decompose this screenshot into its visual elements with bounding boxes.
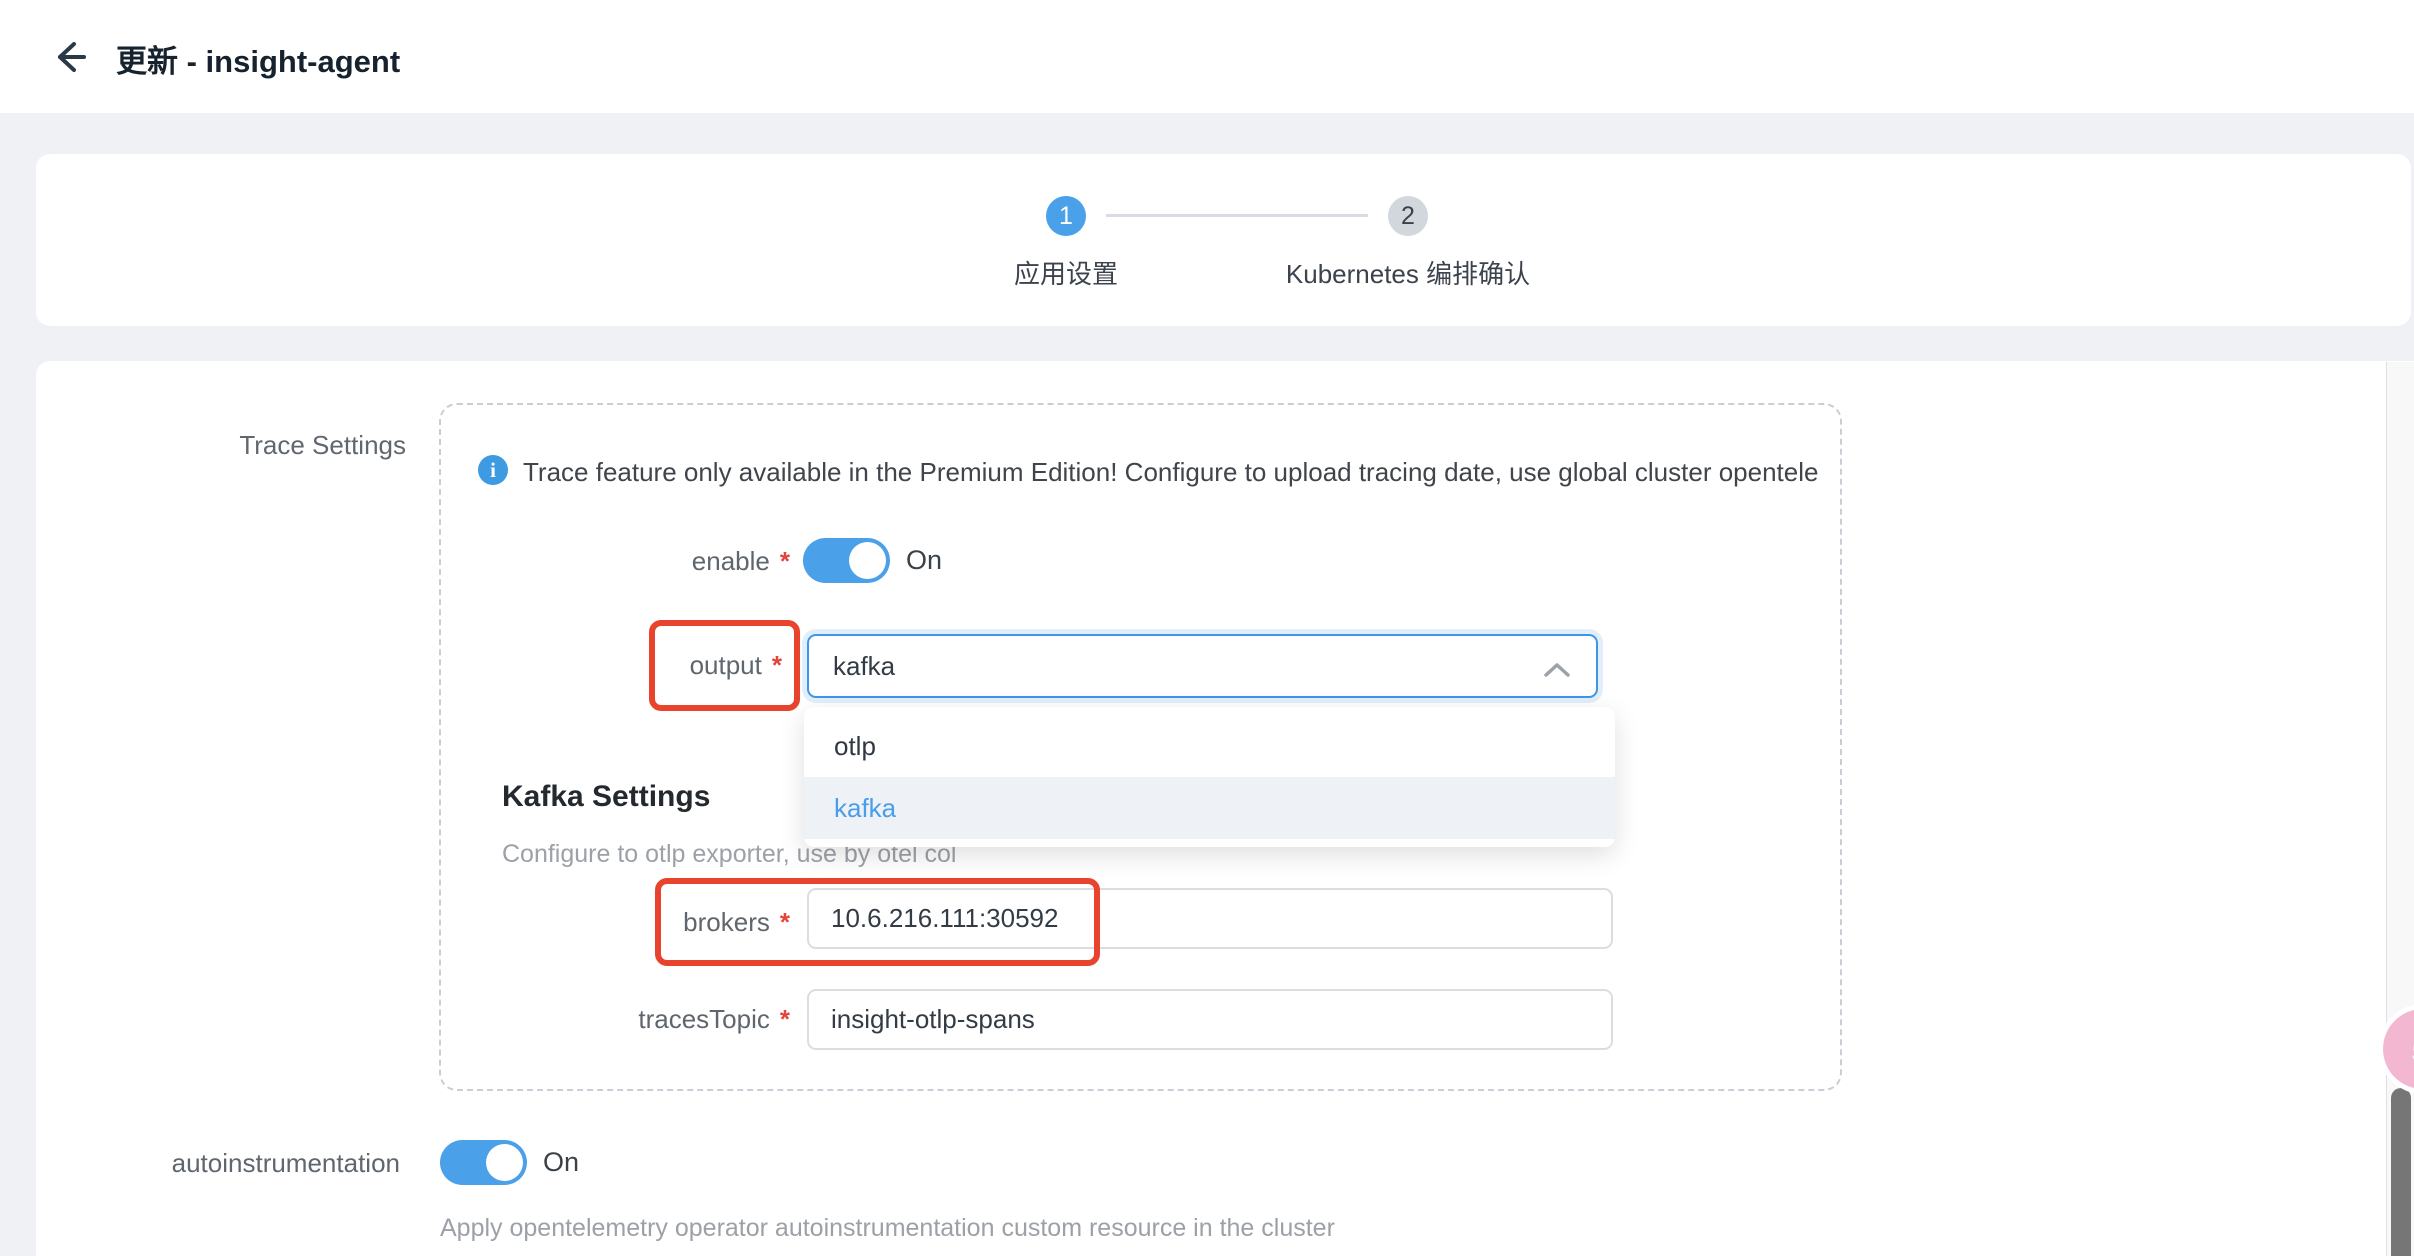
arrow-left-icon bbox=[46, 68, 92, 83]
autoinstrumentation-label-row: autoinstrumentation bbox=[100, 1140, 400, 1186]
dropdown-option-kafka[interactable]: kafka bbox=[804, 777, 1615, 839]
step-2-label: Kubernetes 编排确认 bbox=[1258, 254, 1558, 291]
kafka-settings-heading: Kafka Settings bbox=[502, 780, 710, 814]
autoinstrumentation-label: autoinstrumentation bbox=[172, 1148, 400, 1179]
premium-info-text: Trace feature only available in the Prem… bbox=[523, 457, 1818, 488]
traces-topic-label: tracesTopic bbox=[638, 1004, 770, 1035]
autoinstrumentation-toggle[interactable] bbox=[440, 1140, 527, 1185]
output-select[interactable]: kafka bbox=[807, 634, 1598, 698]
required-asterisk: * bbox=[780, 546, 790, 577]
enable-label: enable bbox=[692, 546, 770, 577]
toggle-knob bbox=[486, 1144, 523, 1181]
toggle-knob bbox=[849, 542, 886, 579]
enable-toggle-state: On bbox=[906, 538, 942, 583]
page-header: 更新 - insight-agent bbox=[0, 0, 2414, 113]
traces-topic-label-row: tracesTopic * bbox=[460, 989, 790, 1050]
required-asterisk: * bbox=[780, 1004, 790, 1035]
info-icon: i bbox=[478, 455, 508, 485]
required-asterisk: * bbox=[780, 907, 790, 938]
brokers-label: brokers bbox=[683, 907, 770, 938]
brokers-input[interactable] bbox=[807, 888, 1613, 949]
output-label-row: output * bbox=[466, 620, 782, 711]
scrollbar-thumb[interactable] bbox=[2391, 1088, 2411, 1256]
trace-settings-label: Trace Settings bbox=[150, 430, 406, 461]
enable-label-row: enable * bbox=[460, 538, 790, 584]
step-connector-line bbox=[1106, 214, 1368, 217]
enable-toggle[interactable] bbox=[803, 538, 890, 583]
autoinstrumentation-description: Apply opentelemetry operator autoinstrum… bbox=[440, 1214, 1335, 1243]
page-title: 更新 - insight-agent bbox=[116, 36, 400, 81]
autoinstrumentation-toggle-state: On bbox=[543, 1140, 579, 1185]
output-dropdown: otlp kafka bbox=[804, 707, 1615, 847]
required-asterisk: * bbox=[772, 650, 782, 681]
chevron-up-icon bbox=[1542, 656, 1572, 687]
output-select-value: kafka bbox=[833, 651, 895, 682]
step-1-label: 应用设置 bbox=[966, 254, 1166, 291]
traces-topic-input[interactable] bbox=[807, 989, 1613, 1050]
app-window: 更新 - insight-agent 1 2 应用设置 Kubernetes 编… bbox=[0, 0, 2414, 1256]
brokers-label-row: brokers * bbox=[460, 879, 790, 966]
back-button[interactable] bbox=[46, 34, 92, 80]
step-2-circle[interactable]: 2 bbox=[1388, 196, 1428, 236]
dropdown-option-otlp[interactable]: otlp bbox=[804, 715, 1615, 777]
output-label: output bbox=[690, 650, 762, 681]
stepper-panel: 1 2 应用设置 Kubernetes 编排确认 bbox=[36, 154, 2411, 326]
step-1-circle[interactable]: 1 bbox=[1046, 196, 1086, 236]
